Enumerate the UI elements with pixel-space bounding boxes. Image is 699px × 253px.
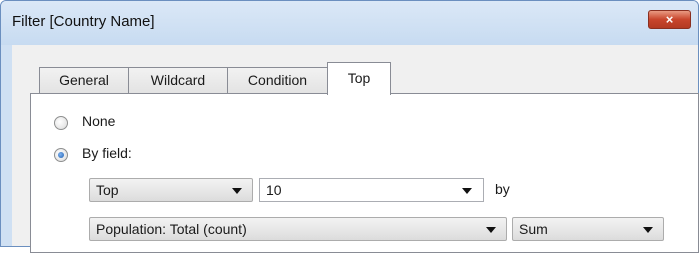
chevron-down-icon[interactable] <box>462 188 472 194</box>
none-radio-label[interactable]: None <box>82 113 115 129</box>
aggregation-value: Sum <box>519 221 548 237</box>
chevron-down-icon <box>232 188 242 194</box>
tab-wildcard[interactable]: Wildcard <box>128 67 228 93</box>
chevron-down-icon <box>486 227 496 233</box>
by-field-radio[interactable] <box>54 148 68 162</box>
dialog-title: Filter [Country Name] <box>12 13 155 30</box>
field-value: Population: Total (count) <box>96 221 247 237</box>
close-button[interactable]: × <box>648 10 691 29</box>
top-bottom-select[interactable]: Top <box>89 178 253 202</box>
count-combobox[interactable]: 10 <box>259 178 484 202</box>
chevron-down-icon <box>643 227 653 233</box>
title-bar: Filter [Country Name] × <box>1 1 698 45</box>
tab-general[interactable]: General <box>39 67 129 93</box>
field-select[interactable]: Population: Total (count) <box>89 217 507 241</box>
tab-condition[interactable]: Condition <box>227 67 328 93</box>
aggregation-select[interactable]: Sum <box>512 217 664 241</box>
tab-top-label: Top <box>347 70 371 86</box>
close-icon: × <box>665 12 674 27</box>
tab-condition-label: Condition <box>247 72 308 88</box>
none-radio[interactable] <box>54 116 68 130</box>
top-bottom-value: Top <box>96 182 119 198</box>
tab-general-label: General <box>59 72 109 88</box>
tab-top[interactable]: Top <box>327 62 391 95</box>
by-label: by <box>495 181 510 197</box>
count-value: 10 <box>266 182 282 198</box>
by-field-radio-label[interactable]: By field: <box>82 145 132 161</box>
tab-wildcard-label: Wildcard <box>150 72 206 88</box>
